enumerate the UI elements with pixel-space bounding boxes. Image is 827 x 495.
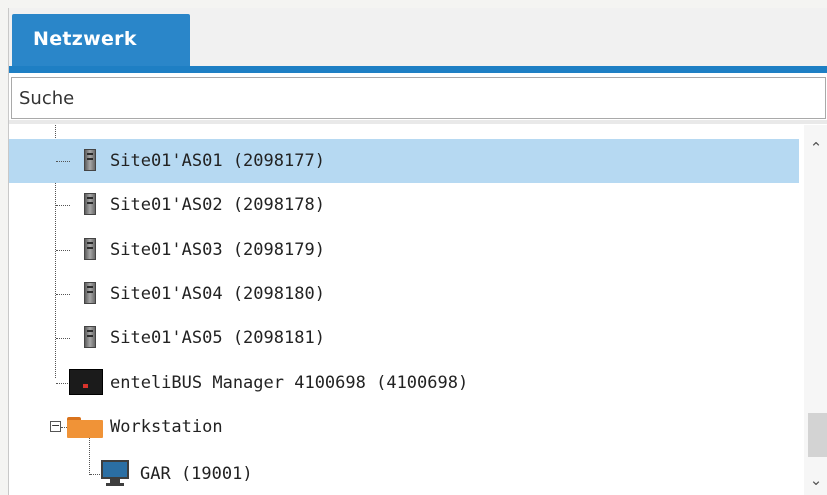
tree-connector xyxy=(56,338,70,339)
tree-node-site01-as02[interactable]: Site01'AS02 (2098178) xyxy=(9,183,799,227)
scroll-thumb[interactable] xyxy=(808,413,827,457)
tree-node-label: enteliBUS Manager 4100698 (4100698) xyxy=(110,373,469,393)
collapse-toggle-icon[interactable]: − xyxy=(50,420,61,432)
tree-node-label: Site01'AS05 (2098181) xyxy=(110,328,325,348)
search-box[interactable] xyxy=(11,77,826,119)
search-input[interactable] xyxy=(12,78,825,118)
tree-node-workstation[interactable]: − Workstation xyxy=(9,405,799,449)
workstation-monitor-icon xyxy=(101,460,129,486)
vertical-scrollbar[interactable]: ⌃ ⌄ xyxy=(804,125,827,495)
tree-node-label: Site01'AS01 (2098177) xyxy=(110,151,325,171)
tab-netzwerk[interactable]: Netzwerk xyxy=(12,14,190,66)
divider xyxy=(9,120,827,124)
server-icon xyxy=(84,282,96,304)
tree-node-gar[interactable]: GAR (19001) xyxy=(9,452,799,495)
server-icon xyxy=(84,238,96,260)
tree-node-site01-as05[interactable]: Site01'AS05 (2098181) xyxy=(9,316,799,360)
controller-device-icon xyxy=(69,369,103,395)
tree-node-entelibus-manager[interactable]: enteliBUS Manager 4100698 (4100698) xyxy=(9,361,799,405)
tree-connector xyxy=(56,383,70,384)
tree-node-label: Site01'AS03 (2098179) xyxy=(110,240,325,260)
tree-node-label: Site01'AS04 (2098180) xyxy=(110,284,325,304)
tree-connector xyxy=(56,250,70,251)
tree-node-site01-as04[interactable]: Site01'AS04 (2098180) xyxy=(9,272,799,316)
tree-connector xyxy=(56,205,70,206)
scroll-down-icon[interactable]: ⌄ xyxy=(804,465,827,495)
tree-node-site01-as01[interactable]: Site01'AS01 (2098177) xyxy=(9,139,799,183)
tree-node-label: GAR (19001) xyxy=(140,464,253,484)
folder-icon xyxy=(67,415,103,439)
tab-strip: Netzwerk xyxy=(9,8,827,73)
network-tree: Site01'AS01 (2098177) Site01'AS02 (20981… xyxy=(9,125,799,495)
server-icon xyxy=(84,149,96,171)
network-panel: Netzwerk Site01'AS01 (2098177) Site01'AS… xyxy=(8,8,827,495)
tree-connector xyxy=(56,161,70,162)
tree-node-label: Site01'AS02 (2098178) xyxy=(110,195,325,215)
tree-connector xyxy=(56,294,70,295)
scroll-up-icon[interactable]: ⌃ xyxy=(804,133,827,163)
tree-node-label: Workstation xyxy=(110,417,223,437)
server-icon xyxy=(84,326,96,348)
tree-node-site01-as03[interactable]: Site01'AS03 (2098179) xyxy=(9,228,799,272)
server-icon xyxy=(84,193,96,215)
